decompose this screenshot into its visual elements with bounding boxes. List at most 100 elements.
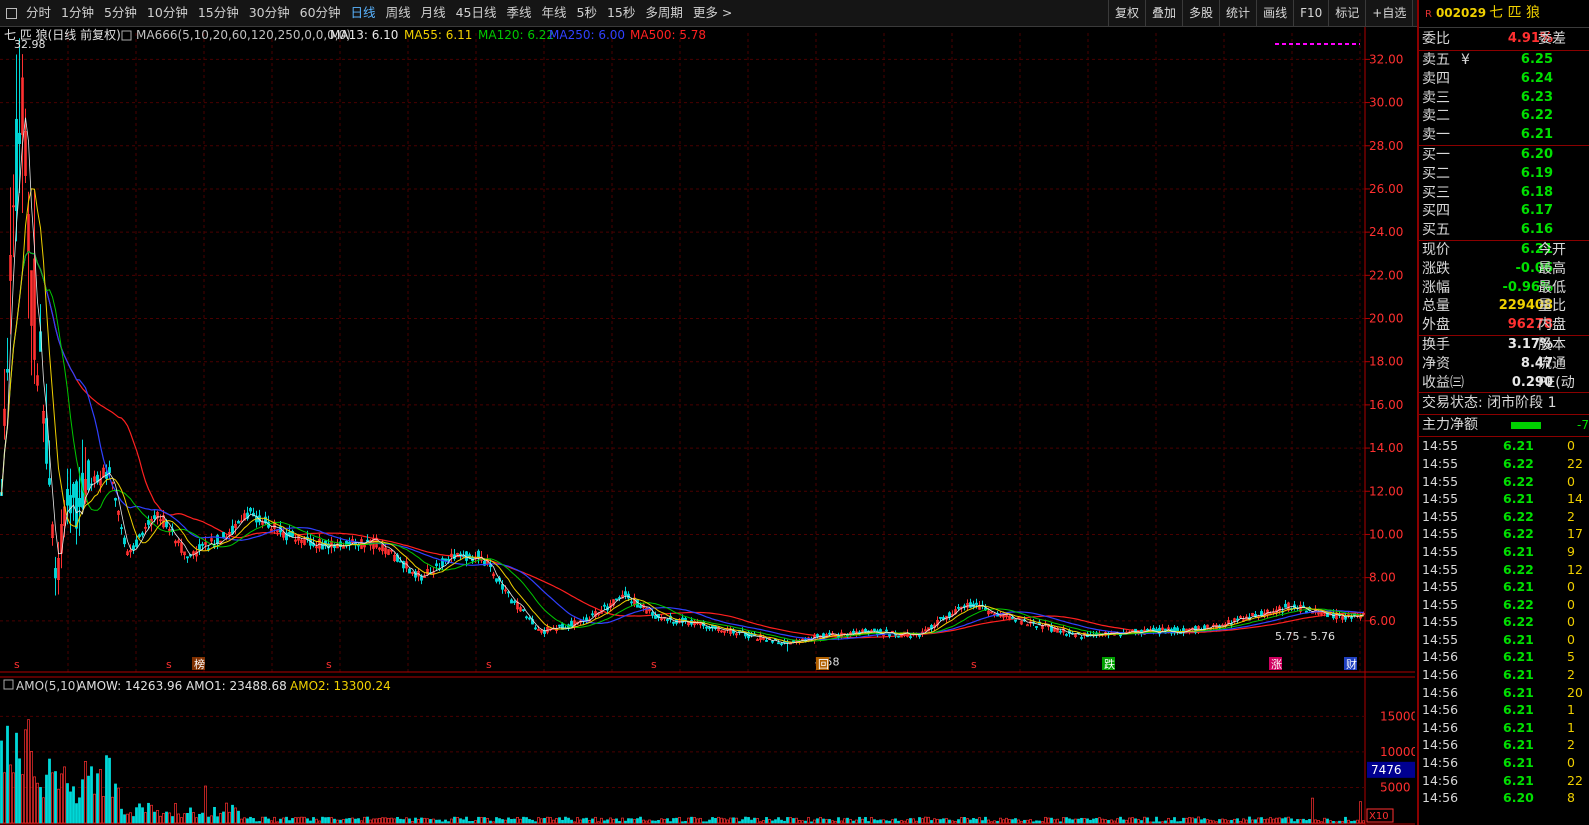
tick-volume: 2 xyxy=(1567,508,1575,524)
tick-time: 14:55 xyxy=(1422,455,1459,471)
period-tab-8[interactable]: 周线 xyxy=(381,0,416,26)
period-tab-13[interactable]: 5秒 xyxy=(572,0,602,26)
toolbar-button-6[interactable]: 标记 xyxy=(1328,0,1365,26)
period-tab-11[interactable]: 季线 xyxy=(502,0,537,26)
volume-bar xyxy=(873,819,876,824)
period-tab-3[interactable]: 10分钟 xyxy=(142,0,193,26)
volume-bar xyxy=(483,817,486,824)
period-tab-4[interactable]: 15分钟 xyxy=(193,0,244,26)
volume-bar xyxy=(825,819,828,824)
volume-bar xyxy=(1158,821,1161,824)
period-tab-6[interactable]: 60分钟 xyxy=(295,0,346,26)
volume-bar xyxy=(1011,819,1014,824)
volume-bar xyxy=(702,821,705,824)
toolbar-button-2[interactable]: 多股 xyxy=(1182,0,1219,26)
period-tab-1[interactable]: 1分钟 xyxy=(56,0,99,26)
volume-bar xyxy=(129,812,132,824)
bid-label: 买四 xyxy=(1422,203,1450,220)
ma120-line xyxy=(1,250,1364,642)
volume-bar xyxy=(1335,821,1338,824)
ask-price: 6.21 xyxy=(1520,127,1553,143)
toolbar-button-4[interactable]: 画线 xyxy=(1256,0,1293,26)
volume-bar xyxy=(1146,817,1149,824)
volume-bar xyxy=(375,818,378,824)
kline-chart[interactable]: 32.00 30.00 28.00 26.00 24.00 22.00 20.00 18.00… xyxy=(0,27,1415,825)
volume-bar xyxy=(969,819,972,824)
volume-bar xyxy=(1239,820,1242,824)
period-tab-9[interactable]: 月线 xyxy=(416,0,451,26)
toolbar-button-0[interactable]: 复权 xyxy=(1108,0,1145,26)
toolbar-button-7[interactable]: +自选 xyxy=(1365,0,1412,26)
candle-body xyxy=(108,467,111,473)
period-tab-14[interactable]: 15秒 xyxy=(602,0,640,26)
volume-bar xyxy=(522,816,525,824)
period-tab-15[interactable]: 多周期 xyxy=(640,0,688,26)
candle-body xyxy=(705,626,708,629)
tick-volume: 0 xyxy=(1567,596,1575,612)
volume-bar xyxy=(1203,818,1206,824)
candle-body xyxy=(1026,624,1029,627)
volume-bar xyxy=(1092,818,1095,824)
period-tab-16[interactable]: 更多 > xyxy=(688,0,737,26)
main-force-row[interactable]: 主力净额 -7 xyxy=(1419,415,1589,436)
toolbar-button-3[interactable]: 统计 xyxy=(1219,0,1256,26)
price-tick-label: 24.00 xyxy=(1369,225,1403,239)
volume-bar xyxy=(1353,820,1356,824)
volume-bar xyxy=(612,818,615,824)
period-tab-0[interactable]: 分时 xyxy=(21,0,56,26)
volume-bar xyxy=(594,816,597,824)
main-force-bar xyxy=(1511,422,1541,430)
period-tab-7[interactable]: 日线 xyxy=(346,0,381,26)
volume-bar xyxy=(1008,819,1011,824)
volume-bar xyxy=(963,817,966,824)
candle-body xyxy=(249,508,252,512)
volume-bar xyxy=(1314,819,1317,824)
volume-bar xyxy=(912,818,915,824)
tick-volume: 0 xyxy=(1567,614,1575,630)
volume-bar xyxy=(492,821,495,824)
volume-bar xyxy=(69,791,72,824)
tick-row: 14:55 6.22 2 xyxy=(1419,508,1589,526)
volume-bar xyxy=(663,818,666,824)
tick-list[interactable]: 14:55 6.21 0 14:55 6.22 22 14:55 6.22 0 14:55 6.21… xyxy=(1419,437,1589,806)
volume-bar xyxy=(1134,818,1137,824)
volume-bar xyxy=(651,820,654,824)
candle-body xyxy=(528,617,531,620)
tick-price: 6.21 xyxy=(1503,491,1534,507)
tick-time: 14:56 xyxy=(1422,702,1459,718)
period-tab-12[interactable]: 年线 xyxy=(537,0,572,26)
candle-body xyxy=(1059,630,1062,633)
volume-bar xyxy=(750,819,753,824)
volume-bar xyxy=(978,817,981,824)
period-tab-2[interactable]: 5分钟 xyxy=(99,0,142,26)
candle-body xyxy=(489,564,492,567)
volume-bar xyxy=(735,817,738,824)
volume-bar xyxy=(213,806,216,824)
volume-bar xyxy=(345,818,348,824)
volume-bar xyxy=(855,819,858,824)
volume-bar xyxy=(159,815,162,824)
volume-bar xyxy=(1005,817,1008,824)
candle-body xyxy=(534,627,537,630)
toolbar-button-5[interactable]: F10 xyxy=(1293,0,1328,26)
volume-bar xyxy=(198,813,201,824)
period-tab-5[interactable]: 30分钟 xyxy=(244,0,295,26)
candle-body xyxy=(186,556,189,559)
volume-bar xyxy=(270,820,273,824)
toolbar-button-1[interactable]: 叠加 xyxy=(1145,0,1182,26)
tick-price: 6.22 xyxy=(1503,508,1534,524)
volume-bar xyxy=(90,766,93,824)
candle-body xyxy=(120,527,123,530)
candle-body xyxy=(975,602,978,605)
ma-legend: MA55: 6.11 xyxy=(404,28,472,42)
volume-bar xyxy=(147,802,150,824)
volume-bar xyxy=(135,807,138,824)
volume-bar xyxy=(600,817,603,824)
volume-bar xyxy=(138,803,141,824)
volume-bar xyxy=(1128,817,1131,824)
volume-bar xyxy=(975,818,978,824)
volume-bar xyxy=(1065,817,1068,824)
period-tab-10[interactable]: 45日线 xyxy=(451,0,502,26)
volume-bar xyxy=(1167,817,1170,824)
menu-icon[interactable] xyxy=(6,7,17,19)
